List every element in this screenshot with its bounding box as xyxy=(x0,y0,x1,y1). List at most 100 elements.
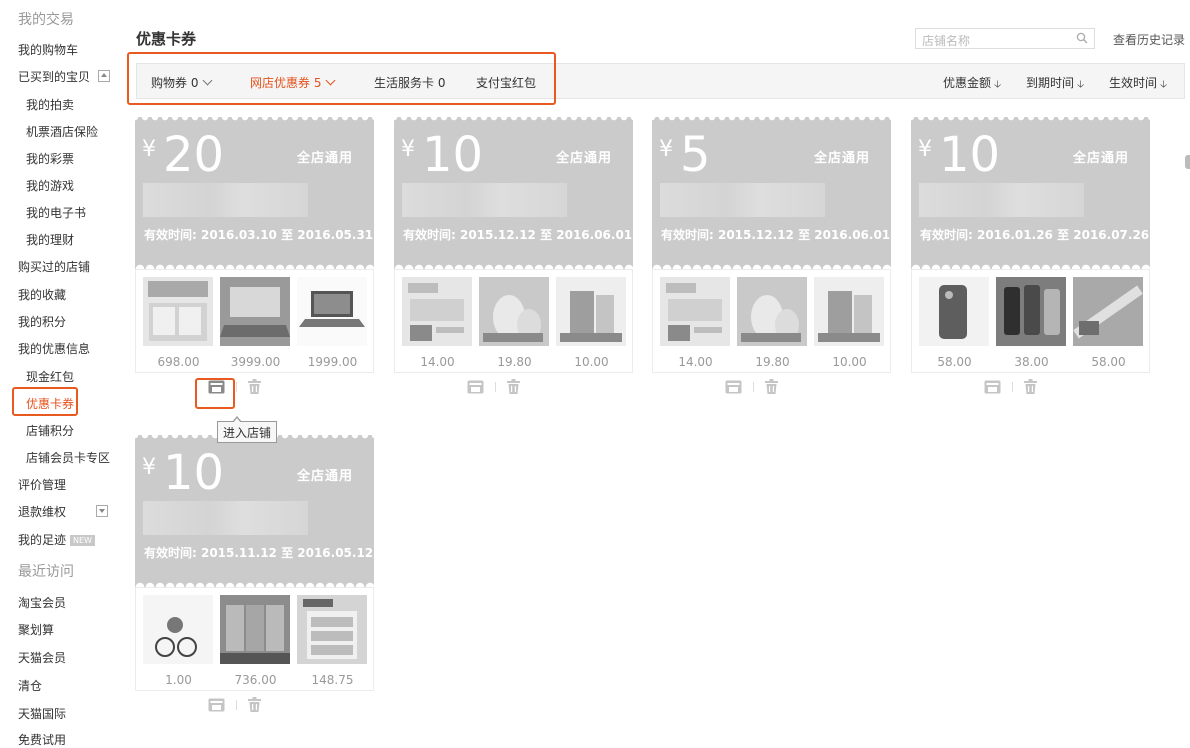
coupon-products: 14.00 19.80 10.00 xyxy=(652,269,891,373)
sidebar-item-refunds[interactable]: 退款维权 xyxy=(18,504,109,520)
product-price: 3999.00 xyxy=(230,355,281,369)
product-thumbnail[interactable] xyxy=(996,277,1066,346)
trash-icon[interactable] xyxy=(1024,379,1037,394)
action-divider xyxy=(236,700,237,710)
product-thumbnails: 698.00 3999.00 1999.00 xyxy=(143,277,368,369)
coupon-card: ¥ 10 全店通用 有效时间: 2016.01.26 至 2016.07.26 … xyxy=(911,117,1150,399)
sidebar-item-coupons[interactable]: 优惠卡券 xyxy=(26,396,74,412)
sidebar-item-ebooks[interactable]: 我的电子书 xyxy=(26,205,86,221)
coupon-face: ¥ 5 全店通用 有效时间: 2015.12.12 至 2016.06.01 xyxy=(652,117,891,264)
sidebar-item-bought[interactable]: 已买到的宝贝 xyxy=(18,69,111,85)
product-price: 736.00 xyxy=(234,673,277,687)
product-price: 19.80 xyxy=(755,355,790,369)
product-thumbnail[interactable] xyxy=(297,277,367,346)
coupon-scalloped-edge xyxy=(135,577,374,587)
sidebar-item-cash-redpack[interactable]: 现金红包 xyxy=(26,369,74,385)
sort-by-amount[interactable]: 优惠金额 🡣 xyxy=(943,74,1001,94)
sidebar-section-trade: 我的交易 xyxy=(18,12,74,28)
trash-icon[interactable] xyxy=(507,379,520,394)
sidebar-item-shop-points[interactable]: 店铺积分 xyxy=(26,423,74,439)
action-divider xyxy=(1012,382,1013,392)
sidebar-item-lottery[interactable]: 我的彩票 xyxy=(26,151,74,167)
product-thumbnail[interactable] xyxy=(143,595,213,664)
product-thumbnail[interactable] xyxy=(297,595,367,664)
coupon-card: ¥ 20 全店通用 有效时间: 2016.03.10 至 2016.05.31 … xyxy=(135,117,374,399)
product-thumbnail[interactable] xyxy=(1073,277,1143,346)
product-thumbnail[interactable] xyxy=(556,277,626,346)
enter-store-highlight-box xyxy=(195,378,235,409)
product-price: 698.00 xyxy=(157,355,200,369)
product-thumbnails: 14.00 19.80 10.00 xyxy=(402,277,627,369)
product-price: 19.80 xyxy=(497,355,532,369)
sort-by-expiry[interactable]: 到期时间 🡣 xyxy=(1026,74,1084,94)
trash-icon[interactable] xyxy=(765,379,778,394)
blurred-shop-name xyxy=(402,183,567,217)
product-thumbnail[interactable] xyxy=(143,277,213,346)
currency-symbol: ¥ xyxy=(142,137,156,162)
sidebar-item-promo-info[interactable]: 我的优惠信息 xyxy=(18,341,90,357)
product-thumbnail[interactable] xyxy=(220,595,290,664)
coupon-actions xyxy=(135,694,374,716)
coupon-products: 58.00 38.00 58.00 xyxy=(911,269,1150,373)
blurred-shop-name xyxy=(143,501,308,535)
sidebar-item-free-trial[interactable]: 免费试用 xyxy=(18,732,66,748)
store-icon[interactable] xyxy=(208,698,225,712)
product-thumbnail[interactable] xyxy=(402,277,472,346)
coupon-actions xyxy=(911,376,1150,398)
sort-by-effective[interactable]: 生效时间 🡣 xyxy=(1109,74,1167,94)
sidebar-item-taobao-member[interactable]: 淘宝会员 xyxy=(18,595,66,611)
product-thumbnail[interactable] xyxy=(479,277,549,346)
action-divider xyxy=(753,382,754,392)
sidebar-item-finance[interactable]: 我的理财 xyxy=(26,232,74,248)
sidebar-item-auction[interactable]: 我的拍卖 xyxy=(26,97,74,113)
sidebar-item-juhuasuan[interactable]: 聚划算 xyxy=(18,622,54,638)
sidebar-item-refunds-label: 退款维权 xyxy=(18,505,67,519)
product-thumbnails: 14.00 19.80 10.00 xyxy=(660,277,885,369)
product-price: 1.00 xyxy=(165,673,192,687)
search-icon[interactable] xyxy=(1076,32,1088,44)
expand-toggle-icon[interactable] xyxy=(96,505,109,517)
collapse-toggle-icon[interactable] xyxy=(98,70,111,82)
coupon-amount: 10 xyxy=(163,445,225,501)
product-price: 38.00 xyxy=(1014,355,1049,369)
sidebar-item-cart[interactable]: 我的购物车 xyxy=(18,42,78,58)
sidebar-item-clearance[interactable]: 清仓 xyxy=(18,678,42,694)
product-thumbnail[interactable] xyxy=(660,277,730,346)
trash-icon[interactable] xyxy=(248,379,261,394)
product-thumbnail[interactable] xyxy=(919,277,989,346)
view-history-link[interactable]: 查看历史记录 xyxy=(1113,31,1185,48)
store-icon[interactable] xyxy=(984,380,1001,394)
shop-search-input[interactable]: 店铺名称 xyxy=(915,28,1095,49)
sidebar-item-member-cards[interactable]: 店铺会员卡专区 xyxy=(26,450,110,466)
blurred-shop-name xyxy=(143,183,308,217)
sidebar-item-shops-bought[interactable]: 购买过的店铺 xyxy=(18,259,90,275)
product-thumbnail[interactable] xyxy=(220,277,290,346)
coupon-card: ¥ 5 全店通用 有效时间: 2015.12.12 至 2016.06.01 1… xyxy=(652,117,891,399)
product-thumbnail[interactable] xyxy=(737,277,807,346)
store-icon[interactable] xyxy=(725,380,742,394)
blurred-shop-name xyxy=(919,183,1084,217)
sidebar-item-travel[interactable]: 机票酒店保险 xyxy=(26,124,98,140)
sidebar-item-reviews[interactable]: 评价管理 xyxy=(18,477,66,493)
side-scroll-handle[interactable] xyxy=(1185,155,1190,169)
sidebar-item-footprints[interactable]: 我的足迹 NEW xyxy=(18,532,95,548)
sidebar-item-bought-label: 已买到的宝贝 xyxy=(18,70,91,84)
coupon-actions xyxy=(394,376,633,398)
sidebar-item-games[interactable]: 我的游戏 xyxy=(26,178,74,194)
sidebar-item-favorites[interactable]: 我的收藏 xyxy=(18,287,66,303)
currency-symbol: ¥ xyxy=(659,137,673,162)
new-badge: NEW xyxy=(70,535,95,546)
product-thumbnails: 58.00 38.00 58.00 xyxy=(919,277,1144,369)
coupon-validity: 有效时间: 2015.12.12 至 2016.06.01 xyxy=(661,228,891,242)
arrow-down-icon: 🡣 xyxy=(1160,79,1168,90)
sidebar-item-points[interactable]: 我的积分 xyxy=(18,314,66,330)
sidebar-section-recent: 最近访问 xyxy=(18,564,74,580)
product-thumbnails: 1.00 736.00 148.75 xyxy=(143,595,368,687)
product-price: 14.00 xyxy=(678,355,713,369)
store-icon[interactable] xyxy=(467,380,484,394)
trash-icon[interactable] xyxy=(248,697,261,712)
coupon-amount: 10 xyxy=(939,127,1001,183)
sidebar-item-tmall-global[interactable]: 天猫国际 xyxy=(18,706,66,722)
sidebar-item-tmall-member[interactable]: 天猫会员 xyxy=(18,650,66,666)
product-thumbnail[interactable] xyxy=(814,277,884,346)
